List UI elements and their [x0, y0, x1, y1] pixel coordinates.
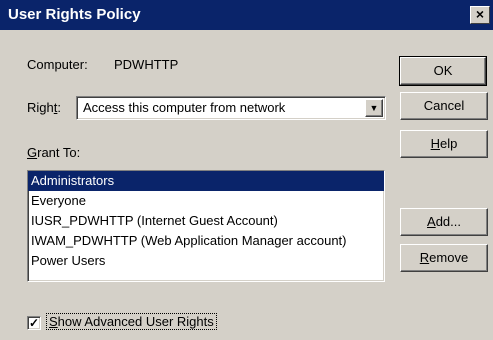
list-item[interactable]: Everyone	[28, 191, 384, 211]
remove-button[interactable]: Remove	[400, 244, 488, 272]
list-item[interactable]: Power Users	[28, 251, 384, 271]
show-advanced-checkbox[interactable]: ✓	[27, 316, 41, 330]
dropdown-arrow-button[interactable]: ▼	[365, 99, 383, 117]
ok-button-frame[interactable]: OK	[399, 56, 487, 86]
ok-button[interactable]: OK	[400, 57, 486, 85]
add-button[interactable]: Add...	[400, 208, 488, 236]
right-dropdown-value: Access this computer from network	[83, 100, 286, 115]
checkmark-icon: ✓	[28, 316, 40, 330]
title-bar: User Rights Policy ×	[0, 0, 493, 30]
list-item[interactable]: IUSR_PDWHTTP (Internet Guest Account)	[28, 211, 384, 231]
list-item[interactable]: Administrators	[28, 171, 384, 191]
window-title: User Rights Policy	[8, 6, 141, 23]
list-item[interactable]: IWAM_PDWHTTP (Web Application Manager ac…	[28, 231, 384, 251]
computer-label: Computer:	[27, 57, 88, 72]
chevron-down-icon: ▼	[369, 103, 379, 113]
help-button[interactable]: Help	[400, 130, 488, 158]
show-advanced-label[interactable]: Show Advanced User Rights	[46, 313, 217, 330]
grant-to-list[interactable]: Administrators Everyone IUSR_PDWHTTP (Inte…	[27, 170, 385, 282]
computer-name: PDWHTTP	[114, 57, 179, 72]
close-icon: ×	[475, 6, 485, 22]
right-dropdown[interactable]: Access this computer from network ▼	[76, 96, 386, 120]
right-label: Right:	[27, 100, 61, 115]
cancel-button[interactable]: Cancel	[400, 92, 488, 120]
close-button[interactable]: ×	[470, 6, 490, 24]
grant-to-label: Grant To:	[27, 145, 81, 160]
